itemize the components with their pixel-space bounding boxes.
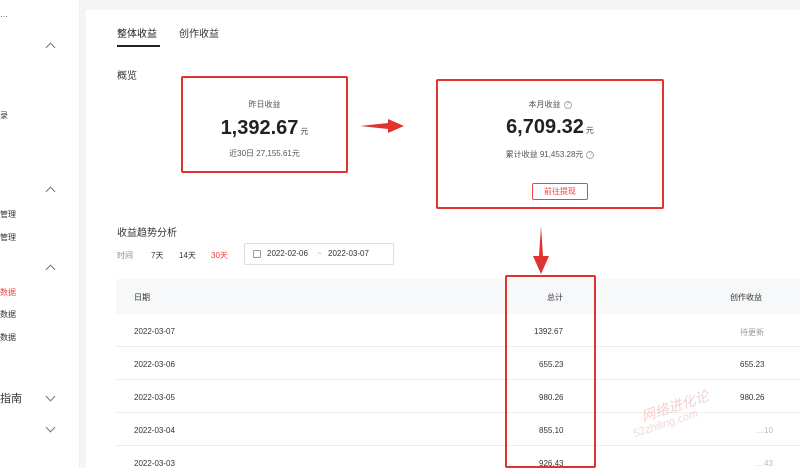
active-tab-indicator	[117, 45, 160, 47]
date-end: 2022-03-07	[328, 249, 369, 258]
cell-creative: 待更新	[740, 328, 764, 337]
month-value-row: 6,709.32 元	[438, 116, 662, 139]
sidebar-item-label: …	[0, 10, 8, 19]
sidebar-item-data-3[interactable]: 数据	[0, 332, 16, 343]
range-14-days[interactable]: 14天	[179, 250, 196, 261]
month-value: 6,709.32	[506, 116, 584, 138]
total-column-annotation	[505, 275, 596, 468]
cell-date: 2022-03-05	[134, 393, 175, 402]
cell-date: 2022-03-06	[134, 360, 175, 369]
yesterday-unit: 元	[300, 127, 309, 136]
sidebar-item-label: 数据	[0, 288, 16, 297]
cell-creative: …10	[756, 426, 773, 435]
sidebar-item-manage-1[interactable]: 管理	[0, 209, 16, 220]
range-7-days[interactable]: 7天	[151, 250, 163, 261]
annotation-arrow-down-icon	[533, 226, 549, 274]
sidebar-item-manage-2[interactable]: 管理	[0, 232, 16, 243]
date-separator: ~	[317, 249, 322, 258]
trend-title: 收益趋势分析	[117, 228, 177, 239]
chevron-down-icon[interactable]	[45, 422, 56, 433]
table-row: 2022-03-03 926.43 …43	[116, 446, 800, 468]
month-label: 本月收益	[528, 100, 561, 109]
sidebar-item-label: 录	[0, 111, 8, 120]
month-label-row: 本月收益?	[438, 99, 662, 110]
column-date: 日期	[134, 293, 150, 302]
yesterday-value-row: 1,392.67 元	[183, 117, 346, 140]
table-header: 日期 总计 创作收益	[116, 279, 800, 314]
sidebar-item-label: 数据	[0, 333, 16, 342]
cumulative-earnings: 累计收益 91,453.28元	[505, 150, 584, 159]
help-icon[interactable]: ?	[586, 150, 595, 159]
tab-overall-earnings[interactable]: 整体收益	[117, 25, 157, 40]
chevron-up-icon[interactable]	[45, 264, 56, 275]
yesterday-label: 昨日收益	[248, 100, 281, 109]
month-unit: 元	[585, 126, 594, 135]
withdraw-button[interactable]: 前往提现	[532, 183, 588, 200]
sidebar-item-fragment[interactable]: …	[0, 10, 8, 19]
time-filter-label: 时间	[117, 251, 133, 260]
table-row: 2022-03-07 1392.67 待更新	[116, 314, 800, 347]
chevron-up-icon[interactable]	[45, 186, 56, 197]
range-30-days[interactable]: 30天	[211, 250, 228, 261]
annotation-arrow-right-icon	[360, 119, 404, 133]
cell-creative: …43	[756, 459, 773, 468]
date-start: 2022-02-06	[267, 249, 308, 258]
sidebar-item-label: 指南	[0, 393, 22, 405]
cumulative-row: 累计收益 91,453.28元?	[438, 149, 662, 160]
cell-creative: 655.23	[740, 360, 765, 369]
table-row: 2022-03-06 655.23 655.23	[116, 347, 800, 380]
month-earnings-card: 本月收益? 6,709.32 元 累计收益 91,453.28元? 前往提现	[436, 79, 664, 209]
tab-creative-earnings[interactable]: 创作收益	[179, 25, 219, 40]
yesterday-earnings-card: 昨日收益 1,392.67 元 近30日 27,155.61元	[181, 76, 348, 173]
chevron-up-icon[interactable]	[45, 42, 56, 53]
sidebar-item-data-active[interactable]: 数据	[0, 287, 16, 298]
chevron-down-icon[interactable]	[45, 391, 56, 402]
sidebar-item-label: 管理	[0, 210, 16, 219]
yesterday-value: 1,392.67	[220, 117, 299, 139]
sidebar: … 录 管理 管理 数据 数据 数据 指南	[0, 0, 80, 468]
sidebar-item-label: 管理	[0, 233, 16, 242]
cell-creative: 980.26	[740, 393, 765, 402]
sidebar-item-guide[interactable]: 指南	[0, 390, 22, 406]
help-icon[interactable]: ?	[563, 100, 572, 109]
calendar-icon	[253, 250, 261, 258]
sidebar-item-label: 数据	[0, 310, 16, 319]
sidebar-item-data-2[interactable]: 数据	[0, 309, 16, 320]
last-30-days-earnings: 近30日 27,155.61元	[229, 149, 300, 158]
cell-date: 2022-03-04	[134, 426, 175, 435]
cell-date: 2022-03-07	[134, 327, 175, 336]
overview-title: 概览	[117, 71, 137, 82]
column-creative: 创作收益	[730, 293, 762, 302]
date-range-picker[interactable]: 2022-02-06 ~ 2022-03-07	[244, 243, 394, 265]
sidebar-item-fragment[interactable]: 录	[0, 110, 8, 121]
cell-date: 2022-03-03	[134, 459, 175, 468]
